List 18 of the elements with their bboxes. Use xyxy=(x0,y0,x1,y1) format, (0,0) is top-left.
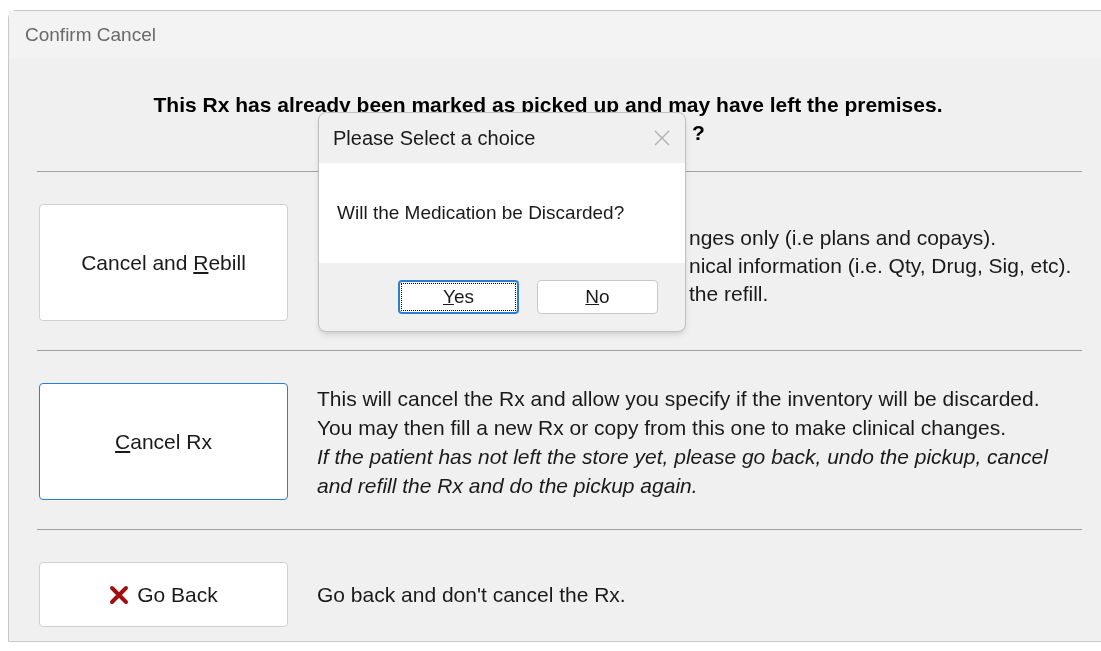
dialog-title: Please Select a choice xyxy=(333,126,536,151)
description-text: nges only (i.e plans and copays). xyxy=(689,224,997,251)
choice-button[interactable]: No xyxy=(537,280,658,314)
option-button[interactable]: Cancel Rx xyxy=(39,383,288,500)
dialog-message: Will the Medication be Discarded? xyxy=(337,200,625,225)
choice-button[interactable]: Yes xyxy=(398,280,519,314)
note-text: If the patient has not left the store yet, please go back, undo the pickup, cancel and refill the Rx and do the pickup again. xyxy=(317,443,1050,499)
option-button[interactable]: Go Back xyxy=(39,562,288,627)
description-text: nical information (i.e. Qty, Drug, Sig, etc). xyxy=(689,252,1072,279)
description-text: You may then fill a new Rx or copy from this one to make clinical changes. xyxy=(317,414,1008,441)
cross-icon xyxy=(109,584,130,605)
window-title: Confirm Cancel xyxy=(25,22,156,47)
headline-text: ? xyxy=(692,120,705,146)
description-text: the refill. xyxy=(689,280,770,307)
close-icon[interactable] xyxy=(653,129,671,147)
description-text: Go back and don't cancel the Rx. xyxy=(317,582,626,608)
option-button[interactable]: Cancel and Rebill xyxy=(39,204,288,321)
description-text: This will cancel the Rx and allow you specify if the inventory will be discarded. xyxy=(317,385,1041,412)
